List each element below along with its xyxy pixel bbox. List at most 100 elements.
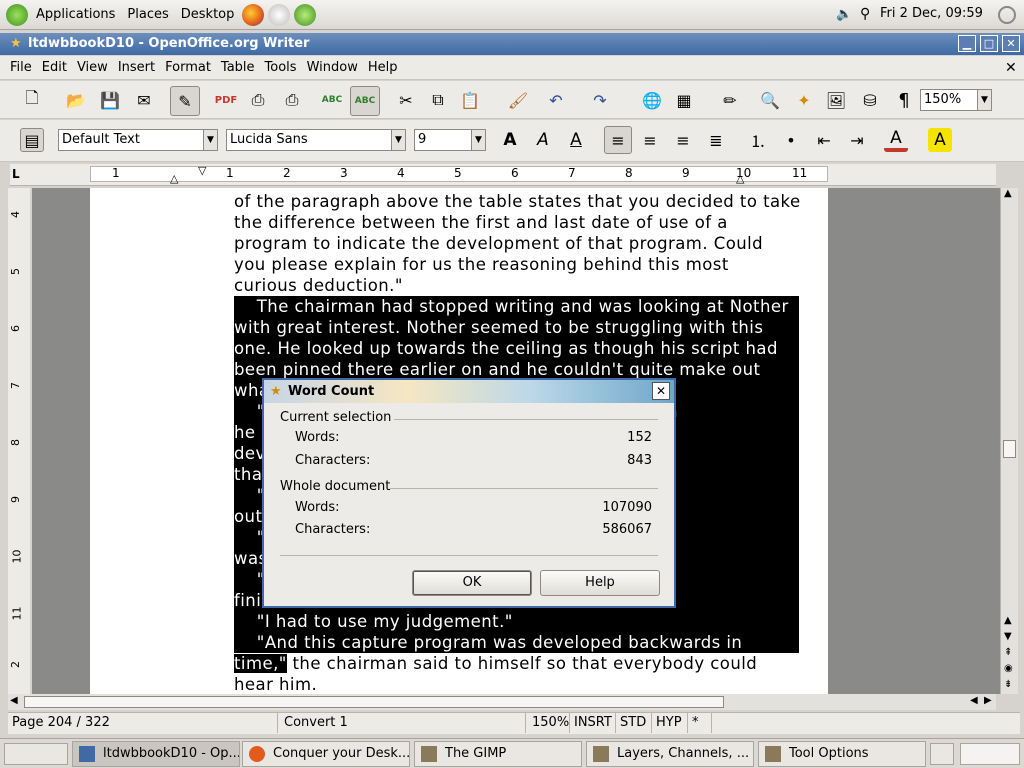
text-line[interactable]: one. He looked up towards the ceiling as… — [234, 338, 799, 359]
text-line[interactable]: "I had to use my judgement." — [234, 611, 799, 632]
justify-icon[interactable]: ≣ — [704, 128, 728, 152]
ok-button[interactable]: OK — [412, 570, 532, 596]
numbering-icon[interactable]: ⒈ — [746, 128, 770, 152]
hyperlink-icon[interactable]: 🌐 — [640, 88, 664, 112]
selected-text[interactable]: been pinned there earlier on and he coul… — [234, 359, 799, 380]
insert-mode-indicator[interactable]: INSRT — [570, 713, 616, 733]
show-desktop-icon[interactable] — [4, 743, 68, 765]
desktop-menu[interactable]: Desktop — [175, 0, 241, 30]
task-layers[interactable]: Layers, Channels, ... — [586, 741, 754, 767]
text-line[interactable]: of the paragraph above the table states … — [234, 191, 801, 212]
navigator-icon[interactable]: ✦ — [792, 88, 816, 112]
selected-text[interactable]: "And this capture program was developed … — [234, 632, 799, 653]
help-button[interactable]: Help — [540, 570, 660, 596]
gallery-icon[interactable]: 🖼 — [824, 88, 848, 112]
plain-text[interactable]: of the paragraph above the table states … — [234, 192, 801, 211]
plain-text[interactable]: you please explain for us the reasoning … — [234, 255, 729, 274]
clock[interactable]: Fri 2 Dec, 09:59 — [880, 6, 983, 21]
horizontal-ruler[interactable]: L 1 1 2 3 4 5 6 7 8 9 10 11 △ ▽ △ — [10, 164, 996, 186]
highlighting-icon[interactable]: A — [928, 128, 952, 152]
firefox-icon[interactable] — [242, 3, 265, 26]
menu-window[interactable]: Window — [302, 60, 363, 75]
menu-view[interactable]: View — [72, 60, 113, 75]
window-list-icon[interactable] — [930, 743, 954, 765]
text-line[interactable]: hear him. — [234, 674, 799, 694]
menu-file[interactable]: File — [5, 60, 37, 75]
hscroll-thumb[interactable] — [24, 696, 724, 708]
workspace-switcher[interactable] — [960, 743, 1020, 765]
close-document-icon[interactable]: ✕ — [1000, 60, 1022, 76]
power-icon[interactable] — [998, 6, 1016, 24]
text-line[interactable]: been pinned there earlier on and he coul… — [234, 359, 799, 380]
volume-icon[interactable]: 🔈 — [836, 7, 852, 22]
plain-text[interactable]: curious deduction." — [234, 276, 403, 295]
task-writer[interactable]: ltdwbbookD10 - Op... — [72, 741, 240, 767]
menu-help[interactable]: Help — [363, 60, 403, 75]
next-page-icon[interactable]: ⇟ — [1004, 679, 1012, 690]
align-center-icon[interactable]: ≡ — [638, 128, 662, 152]
scroll-thumb[interactable] — [1003, 440, 1016, 458]
zoom-indicator[interactable]: 150% — [528, 713, 570, 733]
text-line[interactable]: with great interest. Nother seemed to be… — [234, 317, 799, 338]
selected-text[interactable]: with great interest. Nother seemed to be… — [234, 317, 799, 338]
dialog-close-button[interactable]: ✕ — [652, 382, 670, 400]
left-indent-marker[interactable]: △ — [170, 172, 178, 185]
first-line-indent-marker[interactable]: ▽ — [198, 164, 206, 177]
tab-stop-icon[interactable]: L — [12, 167, 20, 181]
scroll-left-icon[interactable]: ◀ — [970, 695, 978, 706]
page-indicator[interactable]: Page 204 / 322 — [8, 713, 278, 733]
italic-icon[interactable]: A — [531, 128, 555, 152]
plain-text[interactable]: the chairman said to himself so that eve… — [287, 654, 757, 673]
selected-text[interactable]: one. He looked up towards the ceiling as… — [234, 338, 799, 359]
menu-edit[interactable]: Edit — [37, 60, 72, 75]
plain-text[interactable]: hear him. — [234, 675, 317, 694]
close-window-button[interactable]: ✕ — [1002, 35, 1020, 52]
edit-file-icon[interactable]: ✎ — [170, 86, 200, 116]
gnome-foot-icon[interactable] — [6, 3, 28, 26]
zoom-select[interactable]: 150% ▼ — [920, 89, 992, 111]
new-document-icon[interactable]: 🗋 — [20, 88, 44, 112]
decrease-indent-icon[interactable]: ⇤ — [812, 128, 836, 152]
task-browser[interactable]: Conquer your Desk... — [242, 741, 410, 767]
selected-text[interactable]: time," — [234, 654, 287, 673]
task-tool-options[interactable]: Tool Options — [758, 741, 926, 767]
right-indent-marker[interactable]: △ — [736, 172, 744, 185]
hyperlink-mode-indicator[interactable]: HYP — [652, 713, 688, 733]
dialog-titlebar[interactable]: ★ Word Count ✕ — [264, 380, 674, 403]
applications-menu[interactable]: Applications — [30, 0, 121, 30]
redo-icon[interactable]: ↷ — [588, 88, 612, 112]
table-icon[interactable]: ▦ — [672, 88, 696, 112]
align-left-icon[interactable]: ≡ — [604, 126, 632, 154]
paste-icon[interactable]: 📋 — [458, 88, 482, 112]
email-icon[interactable]: ✉ — [132, 88, 156, 112]
plain-text[interactable]: program to indicate the development of t… — [234, 234, 763, 253]
font-name-select[interactable]: Lucida Sans ▼ — [226, 129, 406, 151]
chevron-down-icon[interactable]: ▼ — [977, 90, 991, 110]
paragraph-style-select[interactable]: Default Text ▼ — [58, 129, 218, 151]
scroll-down-icon[interactable]: ▼ — [1004, 631, 1012, 642]
text-line[interactable]: the difference between the first and las… — [234, 212, 799, 233]
menu-table[interactable]: Table — [216, 60, 260, 75]
align-right-icon[interactable]: ≡ — [671, 128, 695, 152]
scroll-up-icon[interactable]: ▲ — [1004, 188, 1012, 199]
navigation-icon[interactable]: ◉ — [1004, 663, 1013, 674]
styles-formatting-icon[interactable]: ▤ — [20, 128, 44, 152]
export-pdf-icon[interactable]: PDF — [214, 88, 238, 112]
network-icon[interactable]: ⚲ — [860, 6, 870, 22]
email-client-icon[interactable] — [268, 3, 291, 26]
text-line[interactable]: time," the chairman said to himself so t… — [234, 653, 799, 674]
page-style-indicator[interactable]: Convert 1 — [280, 713, 526, 733]
app-launcher-icon[interactable] — [294, 3, 317, 26]
vertical-scrollbar[interactable]: ▲ ▲ ▼ ⇞ ◉ ⇟ — [1000, 188, 1018, 694]
bold-icon[interactable]: A — [498, 128, 522, 152]
datasources-icon[interactable]: ⛁ — [858, 88, 882, 112]
open-folder-icon[interactable]: 📂 — [64, 88, 88, 112]
previous-page-icon[interactable]: ⇞ — [1004, 647, 1012, 658]
selected-text[interactable]: "I had to use my judgement." — [234, 611, 799, 632]
text-line[interactable]: The chairman had stopped writing and was… — [234, 296, 799, 317]
formatting-marks-icon[interactable]: ¶ — [892, 88, 916, 112]
draw-functions-icon[interactable]: ✏ — [718, 88, 742, 112]
chevron-down-icon[interactable]: ▼ — [203, 130, 217, 150]
text-line[interactable]: program to indicate the development of t… — [234, 233, 799, 254]
selected-text[interactable]: The chairman had stopped writing and was… — [234, 296, 799, 317]
